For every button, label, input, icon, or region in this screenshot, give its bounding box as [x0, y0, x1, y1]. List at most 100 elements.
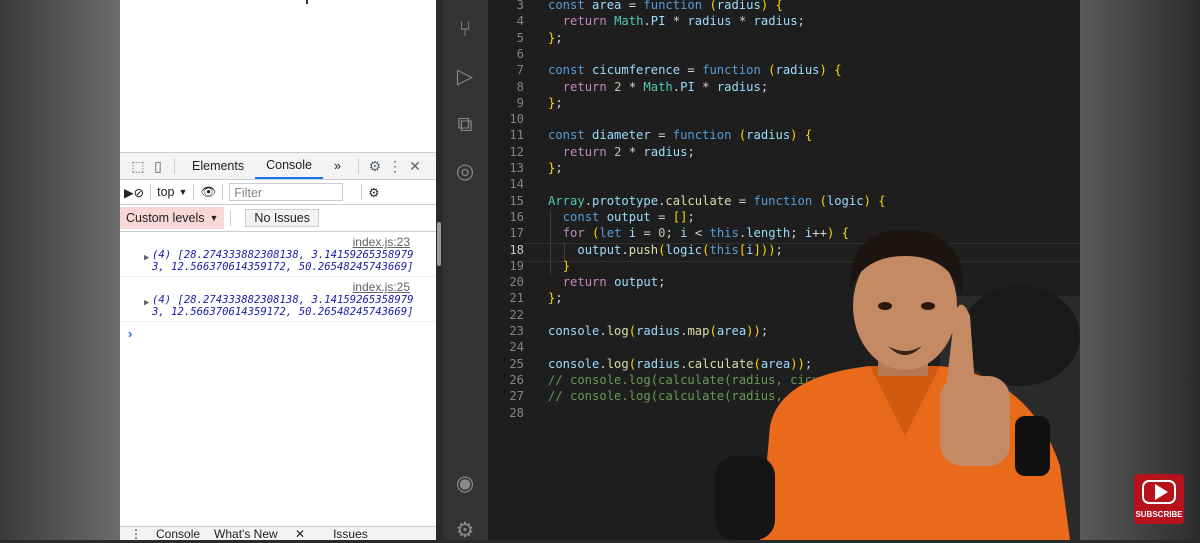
drawer-tab-label: What's New [214, 527, 278, 540]
code-text: const cicumference = function (radius) { [548, 63, 842, 78]
log-source-link[interactable]: index.js:25 [120, 280, 410, 294]
manage-gear-icon[interactable]: ⚙ [453, 519, 477, 543]
code-line[interactable]: 13}; [488, 160, 1080, 176]
log-value[interactable]: ▶ (4) [28.274333882308138, 3.14159265358… [120, 249, 430, 273]
youtube-subscribe-button[interactable]: SUBSCRIBE [1134, 474, 1184, 524]
line-number: 23 [509, 324, 524, 338]
line-number: 5 [516, 30, 524, 45]
dropdown-arrow-icon: ▼ [209, 213, 219, 223]
code-line[interactable]: 15 Array.prototype.calculate = function (… [488, 193, 1080, 209]
expand-triangle-icon[interactable]: ▶ [144, 252, 149, 264]
code-text: const output = []; [562, 209, 695, 224]
line-number: 27 [509, 389, 524, 404]
code-line[interactable]: 8 return 2 * Math.PI * radius; [488, 79, 1080, 95]
extensions-icon[interactable]: ⧉ [453, 113, 477, 137]
line-number: 26 [509, 372, 524, 387]
device-toolbar-icon[interactable]: ▯ [148, 156, 168, 176]
console-toolbar: ▶ ⊘ top ▼ 👁 Filter ⚙ [120, 180, 436, 205]
custom-levels-dropdown[interactable]: Custom levels ▼ [120, 207, 225, 229]
microphone [715, 456, 775, 540]
code-line[interactable]: 4 return Math.PI * radius * radius; [488, 13, 1080, 29]
divider [357, 158, 359, 174]
code-line[interactable]: 5}; [488, 30, 1080, 46]
code-line[interactable]: 7 const cicumference = function (radius) … [488, 62, 1080, 78]
console-settings-gear-icon[interactable]: ⚙ [368, 185, 379, 200]
log-value-line: (4) [28.274333882308138, 3.1415926535897… [152, 249, 414, 261]
line-number: 21 [509, 291, 524, 306]
devtools-drawer: ⋮ Console What's New ✕ Issues [120, 526, 436, 540]
kebab-menu-icon[interactable]: ⋮ [385, 156, 405, 176]
code-line[interactable]: 16 const output = []; [488, 209, 1080, 225]
more-tabs-button[interactable]: » [323, 153, 352, 179]
tab-elements[interactable]: Elements [181, 153, 255, 179]
line-number: 11 [509, 128, 524, 143]
git-graph-icon[interactable]: ◎ [453, 160, 477, 184]
drawer-tab-issues[interactable]: Issues [333, 527, 368, 540]
code-line[interactable]: 14 [488, 176, 1080, 192]
divider [230, 210, 232, 226]
drawer-tab-whats-new[interactable]: What's New ✕ [214, 527, 319, 540]
line-number: 25 [509, 356, 524, 371]
code-line[interactable]: 11 const diameter = function (radius) { [488, 127, 1080, 143]
line-number: 13 [509, 161, 524, 175]
line-number: 12 [509, 144, 524, 159]
run-debug-icon[interactable]: ▷ [453, 65, 477, 89]
line-number: 7 [516, 63, 524, 78]
line-number: 20 [509, 275, 524, 290]
line-number: 19 [509, 258, 524, 273]
sidebar-toggle-icon[interactable]: ▶ [124, 185, 134, 200]
divider [222, 184, 224, 200]
code-text: return 2 * radius; [562, 144, 695, 159]
filter-input[interactable]: Filter [229, 183, 344, 201]
console-log-entry: index.js:23 ▶ (4) [28.274333882308138, 3… [120, 232, 436, 277]
drawer-menu-icon[interactable]: ⋮ [130, 527, 142, 540]
divider [174, 158, 175, 174]
line-number: 17 [509, 226, 524, 241]
code-line[interactable]: 3 const area = function (radius) { [488, 0, 1080, 13]
code-text: }; [548, 291, 563, 306]
expand-triangle-icon[interactable]: ▶ [144, 297, 149, 309]
drawer-tab-console[interactable]: Console [156, 527, 200, 540]
code-text: const area = function (radius) { [548, 0, 783, 12]
line-number: 6 [516, 46, 524, 61]
source-control-icon[interactable]: ⑂ [453, 18, 477, 42]
devtools-tabbar: ⬚ ▯ Elements Console » ⚙ ⋮ ✕ [120, 152, 436, 180]
tab-console[interactable]: Console [255, 153, 323, 179]
chair-headrest [960, 286, 1080, 386]
code-text: return 2 * Math.PI * radius; [562, 79, 769, 94]
context-selector[interactable]: top ▼ [157, 185, 187, 199]
subscribe-label: SUBSCRIBE [1135, 510, 1183, 519]
code-line[interactable]: 10 [488, 111, 1080, 127]
close-devtools-icon[interactable]: ✕ [405, 156, 425, 176]
line-number: 10 [509, 112, 524, 127]
live-expression-eye-icon[interactable]: 👁 [200, 185, 216, 200]
log-value-line: 3, 12.566370614359172, 50.26548245743669… [152, 261, 414, 273]
activity-bar: ⑂ ▷ ⧉ ◎ ◉ ⚙ [443, 0, 488, 543]
code-text: return output; [562, 275, 666, 290]
no-issues-button[interactable]: No Issues [245, 209, 320, 227]
divider [361, 184, 363, 200]
console-prompt[interactable]: › [120, 322, 436, 341]
line-number: 9 [516, 95, 524, 110]
code-line[interactable]: 9}; [488, 95, 1080, 111]
code-text: Array.prototype.calculate = function (lo… [548, 193, 886, 208]
line-number: 22 [509, 307, 524, 322]
log-source-link[interactable]: index.js:23 [120, 235, 410, 249]
close-icon[interactable]: ✕ [295, 527, 305, 540]
log-value[interactable]: ▶ (4) [28.274333882308138, 3.14159265358… [120, 294, 430, 318]
log-value-line: (4) [28.274333882308138, 3.1415926535897… [152, 294, 414, 306]
code-line[interactable]: 6 [488, 46, 1080, 62]
video-background-right [1080, 0, 1200, 540]
line-number: 14 [509, 177, 524, 192]
code-line[interactable]: 12 return 2 * radius; [488, 144, 1080, 160]
browser-window: ⬚ ▯ Elements Console » ⚙ ⋮ ✕ ▶ ⊘ top ▼ 👁… [120, 0, 436, 540]
line-number: 4 [516, 14, 524, 29]
scrollbar-thumb[interactable] [437, 222, 441, 266]
inspect-element-icon[interactable]: ⬚ [128, 156, 148, 176]
settings-gear-icon[interactable]: ⚙ [365, 156, 385, 176]
levels-bar: Custom levels ▼ No Issues [120, 205, 436, 232]
account-icon[interactable]: ◉ [453, 472, 477, 496]
context-label: top [157, 185, 175, 199]
clear-console-icon[interactable]: ⊘ [134, 185, 144, 200]
dropdown-arrow-icon: ▼ [178, 187, 188, 197]
